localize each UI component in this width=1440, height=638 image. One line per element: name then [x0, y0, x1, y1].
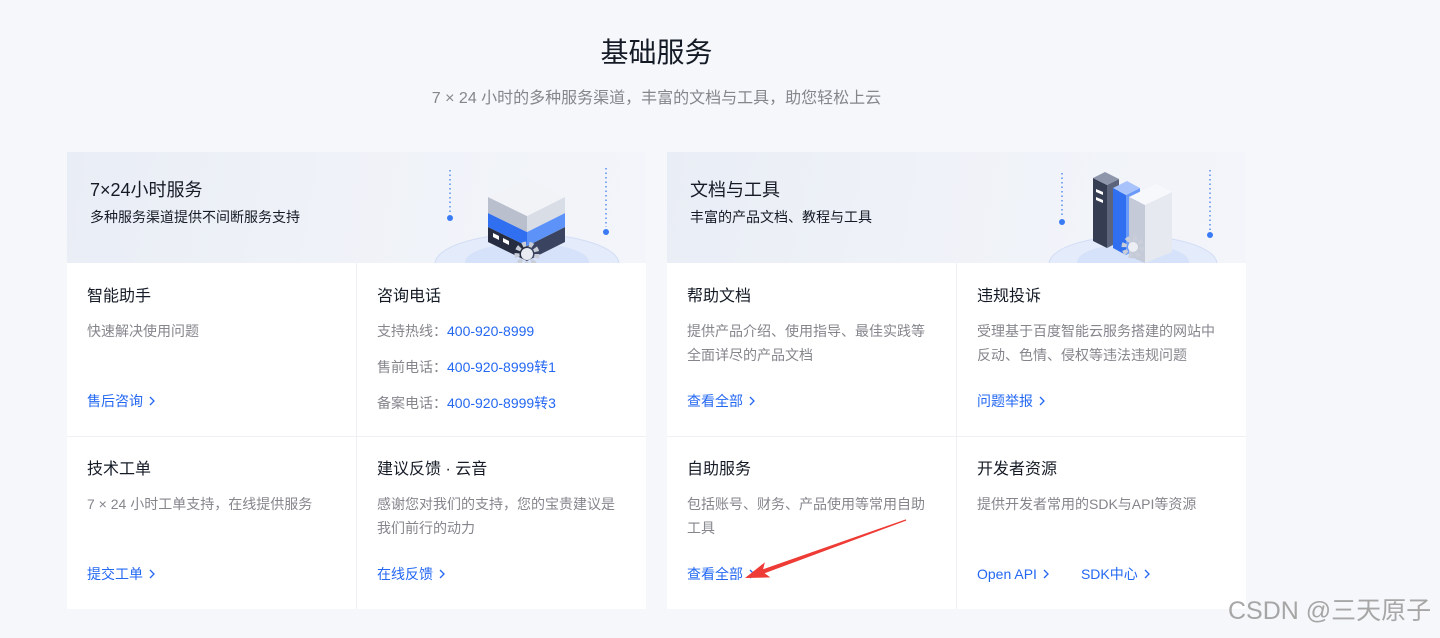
card-links: Open API SDK中心 — [977, 564, 1150, 584]
panel-header: 文档与工具 丰富的产品文档、教程与工具 — [667, 152, 1246, 263]
panel-subtitle: 丰富的产品文档、教程与工具 — [690, 209, 872, 225]
card-links: 查看全部 — [687, 391, 755, 411]
link-label: 查看全部 — [687, 566, 743, 582]
chevron-right-icon — [749, 569, 755, 579]
card-smart-assistant: 智能助手 快速解决使用问题 售后咨询 — [67, 263, 356, 436]
chevron-right-icon — [439, 569, 445, 579]
phone-number[interactable]: 400-920-8999 — [447, 323, 534, 339]
link-label: 售后咨询 — [87, 393, 143, 409]
card-links: 售后咨询 — [87, 391, 155, 411]
submit-ticket-link[interactable]: 提交工单 — [87, 564, 155, 584]
link-label: 提交工单 — [87, 566, 143, 582]
card-feedback: 建议反馈 · 云音 感谢您对我们的支持，您的宝贵建议是我们前行的动力 在线反馈 — [357, 436, 646, 609]
card-description: 快速解决使用问题 — [87, 323, 199, 339]
phone-list: 支持热线：400-920-8999 售前电话：400-920-8999转1 备案… — [377, 313, 626, 421]
card-title: 咨询电话 — [377, 288, 442, 305]
card-description: 受理基于百度智能云服务搭建的网站中反动、色情、侵权等违法违规问题 — [977, 323, 1215, 363]
online-feedback-link[interactable]: 在线反馈 — [377, 564, 445, 584]
view-all-self-service-link[interactable]: 查看全部 — [687, 564, 755, 584]
card-description: 包括账号、财务、产品使用等常用自助工具 — [687, 496, 925, 536]
panel-title: 文档与工具 — [690, 180, 780, 200]
card-links: 问题举报 — [977, 391, 1045, 411]
card-description: 感谢您对我们的支持，您的宝贵建议是我们前行的动力 — [377, 496, 615, 536]
chevron-right-icon — [1039, 396, 1045, 406]
card-grid: 帮助文档 提供产品介绍、使用指导、最佳实践等全面详尽的产品文档 查看全部 违规投… — [667, 263, 1246, 609]
docs-tools-panel: 文档与工具 丰富的产品文档、教程与工具 帮助文档 提供产品介绍、使用指导、最佳实… — [667, 152, 1246, 609]
card-title: 自助服务 — [687, 461, 752, 478]
phone-line-filing: 备案电话：400-920-8999转3 — [377, 385, 626, 421]
section-subtitle: 7 × 24 小时的多种服务渠道，丰富的文档与工具，助您轻松上云 — [431, 90, 882, 107]
phone-number[interactable]: 400-920-8999转1 — [447, 359, 556, 375]
card-violation-report: 违规投诉 受理基于百度智能云服务搭建的网站中反动、色情、侵权等违法违规问题 问题… — [957, 263, 1246, 436]
card-title: 帮助文档 — [687, 288, 752, 305]
watermark: CSDN @三天原子 — [1228, 597, 1432, 625]
chevron-right-icon — [149, 569, 155, 579]
card-title: 违规投诉 — [977, 288, 1042, 305]
card-help-docs: 帮助文档 提供产品介绍、使用指导、最佳实践等全面详尽的产品文档 查看全部 — [667, 263, 956, 436]
after-sales-consult-link[interactable]: 售后咨询 — [87, 391, 155, 411]
link-label: 查看全部 — [687, 393, 743, 409]
chevron-right-icon — [149, 396, 155, 406]
card-description: 提供开发者常用的SDK与API等资源 — [977, 496, 1197, 512]
card-consult-phone: 咨询电话 支持热线：400-920-8999 售前电话：400-920-8999… — [357, 263, 646, 436]
card-links: 提交工单 — [87, 564, 155, 584]
chevron-right-icon — [749, 396, 755, 406]
card-title: 技术工单 — [87, 461, 152, 478]
card-title: 建议反馈 · 云音 — [377, 461, 488, 478]
panel-header: 7×24小时服务 多种服务渠道提供不间断服务支持 — [67, 152, 646, 263]
card-links: 查看全部 — [687, 564, 755, 584]
card-self-service: 自助服务 包括账号、财务、产品使用等常用自助工具 查看全部 — [667, 436, 956, 609]
link-label: Open API — [977, 566, 1037, 582]
card-title: 智能助手 — [87, 288, 152, 305]
card-grid: 智能助手 快速解决使用问题 售后咨询 咨询电话 支持热线：400-920-899… — [67, 263, 646, 609]
chevron-right-icon — [1144, 569, 1150, 579]
link-label: SDK中心 — [1080, 566, 1138, 582]
card-links: 在线反馈 — [377, 564, 445, 584]
section-title: 基础服务 — [600, 37, 713, 68]
phone-label: 备案电话： — [377, 395, 447, 411]
section-header: 基础服务 7 × 24 小时的多种服务渠道，丰富的文档与工具，助您轻松上云 — [67, 0, 1246, 140]
view-all-docs-link[interactable]: 查看全部 — [687, 391, 755, 411]
phone-line-support: 支持热线：400-920-8999 — [377, 313, 626, 349]
card-tech-ticket: 技术工单 7 × 24 小时工单支持，在线提供服务 提交工单 — [67, 436, 356, 609]
open-api-link[interactable]: Open API — [977, 564, 1049, 584]
phone-line-presales: 售前电话：400-920-8999转1 — [377, 349, 626, 385]
panel-subtitle: 多种服务渠道提供不间断服务支持 — [90, 209, 300, 225]
link-label: 在线反馈 — [377, 566, 433, 582]
divider — [67, 436, 646, 437]
card-description: 提供产品介绍、使用指导、最佳实践等全面详尽的产品文档 — [687, 323, 925, 363]
card-description: 7 × 24 小时工单支持，在线提供服务 — [87, 496, 313, 512]
sdk-center-link[interactable]: SDK中心 — [1081, 564, 1150, 584]
link-label: 问题举报 — [977, 393, 1033, 409]
card-title: 开发者资源 — [977, 461, 1058, 478]
phone-label: 支持热线： — [377, 323, 447, 339]
service-panel-24x7: 7×24小时服务 多种服务渠道提供不间断服务支持 智能助手 快速解决使用问题 售… — [67, 152, 646, 609]
phone-number[interactable]: 400-920-8999转3 — [447, 395, 556, 411]
card-developer-resources: 开发者资源 提供开发者常用的SDK与API等资源 Open API SDK中心 — [957, 436, 1246, 609]
phone-label: 售前电话： — [377, 359, 447, 375]
chevron-right-icon — [1043, 569, 1049, 579]
divider — [667, 436, 1246, 437]
panel-title: 7×24小时服务 — [90, 180, 203, 200]
report-issue-link[interactable]: 问题举报 — [977, 391, 1045, 411]
